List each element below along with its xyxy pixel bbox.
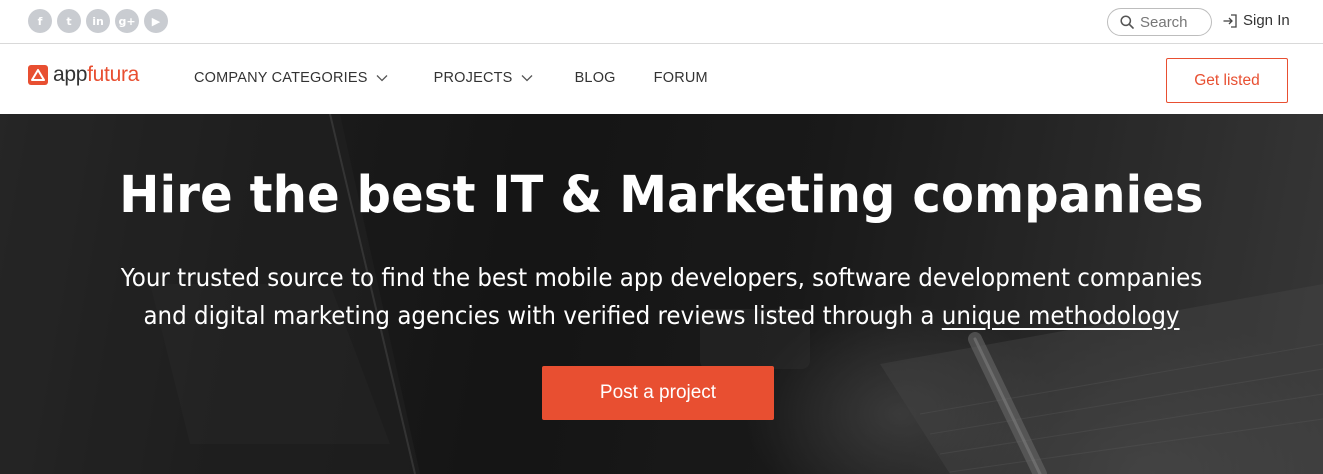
unique-methodology-link[interactable]: unique methodology xyxy=(942,301,1180,330)
nav-item-company-categories[interactable]: COMPANY CATEGORIES xyxy=(194,70,388,86)
logo-mark-icon xyxy=(28,64,48,85)
post-project-button[interactable]: Post a project xyxy=(542,366,774,420)
search-icon xyxy=(1120,15,1134,29)
search-input[interactable] xyxy=(1140,13,1200,31)
nav-item-blog[interactable]: BLOG xyxy=(575,70,616,86)
top-utility-bar: f t in g+ ▶ Sign In xyxy=(0,0,1323,44)
nav-item-projects[interactable]: PROJECTS xyxy=(434,70,533,86)
nav-menu: COMPANY CATEGORIES PROJECTS BLOG FORUM xyxy=(194,70,708,86)
youtube-icon[interactable]: ▶ xyxy=(144,9,168,33)
sign-in-icon xyxy=(1223,13,1237,28)
hero-banner: Hire the best IT & Marketing companies Y… xyxy=(0,114,1323,474)
appfutura-logo[interactable]: appfutura xyxy=(28,64,139,85)
logo-text-futura: futura xyxy=(87,63,140,86)
sign-in-label: Sign In xyxy=(1243,12,1290,29)
search-box[interactable] xyxy=(1107,8,1212,36)
twitter-icon[interactable]: t xyxy=(57,9,81,33)
chevron-down-icon xyxy=(521,75,533,82)
facebook-icon[interactable]: f xyxy=(28,9,52,33)
hero-subtitle-line-2: and digital marketing agencies with veri… xyxy=(143,301,935,330)
logo-text-app: app xyxy=(53,63,88,86)
nav-item-forum[interactable]: FORUM xyxy=(654,70,708,86)
get-listed-button[interactable]: Get listed xyxy=(1166,58,1288,103)
hero-subtitle: Your trusted source to find the best mob… xyxy=(108,259,1215,335)
logo-wordmark: appfutura xyxy=(53,64,139,85)
hero-title: Hire the best IT & Marketing companies xyxy=(119,166,1204,225)
social-links: f t in g+ ▶ xyxy=(28,9,168,33)
nav-item-label: BLOG xyxy=(574,70,616,86)
nav-item-label: COMPANY CATEGORIES xyxy=(194,70,368,86)
chevron-down-icon xyxy=(376,75,388,82)
nav-item-label: PROJECTS xyxy=(433,70,513,86)
google-plus-icon[interactable]: g+ xyxy=(115,9,139,33)
sign-in-link[interactable]: Sign In xyxy=(1222,12,1290,29)
main-navigation: appfutura COMPANY CATEGORIES PROJECTS BL… xyxy=(0,44,1323,114)
linkedin-icon[interactable]: in xyxy=(86,9,110,33)
nav-item-label: FORUM xyxy=(653,70,708,86)
hero-subtitle-line-1: Your trusted source to find the best mob… xyxy=(120,263,1203,292)
